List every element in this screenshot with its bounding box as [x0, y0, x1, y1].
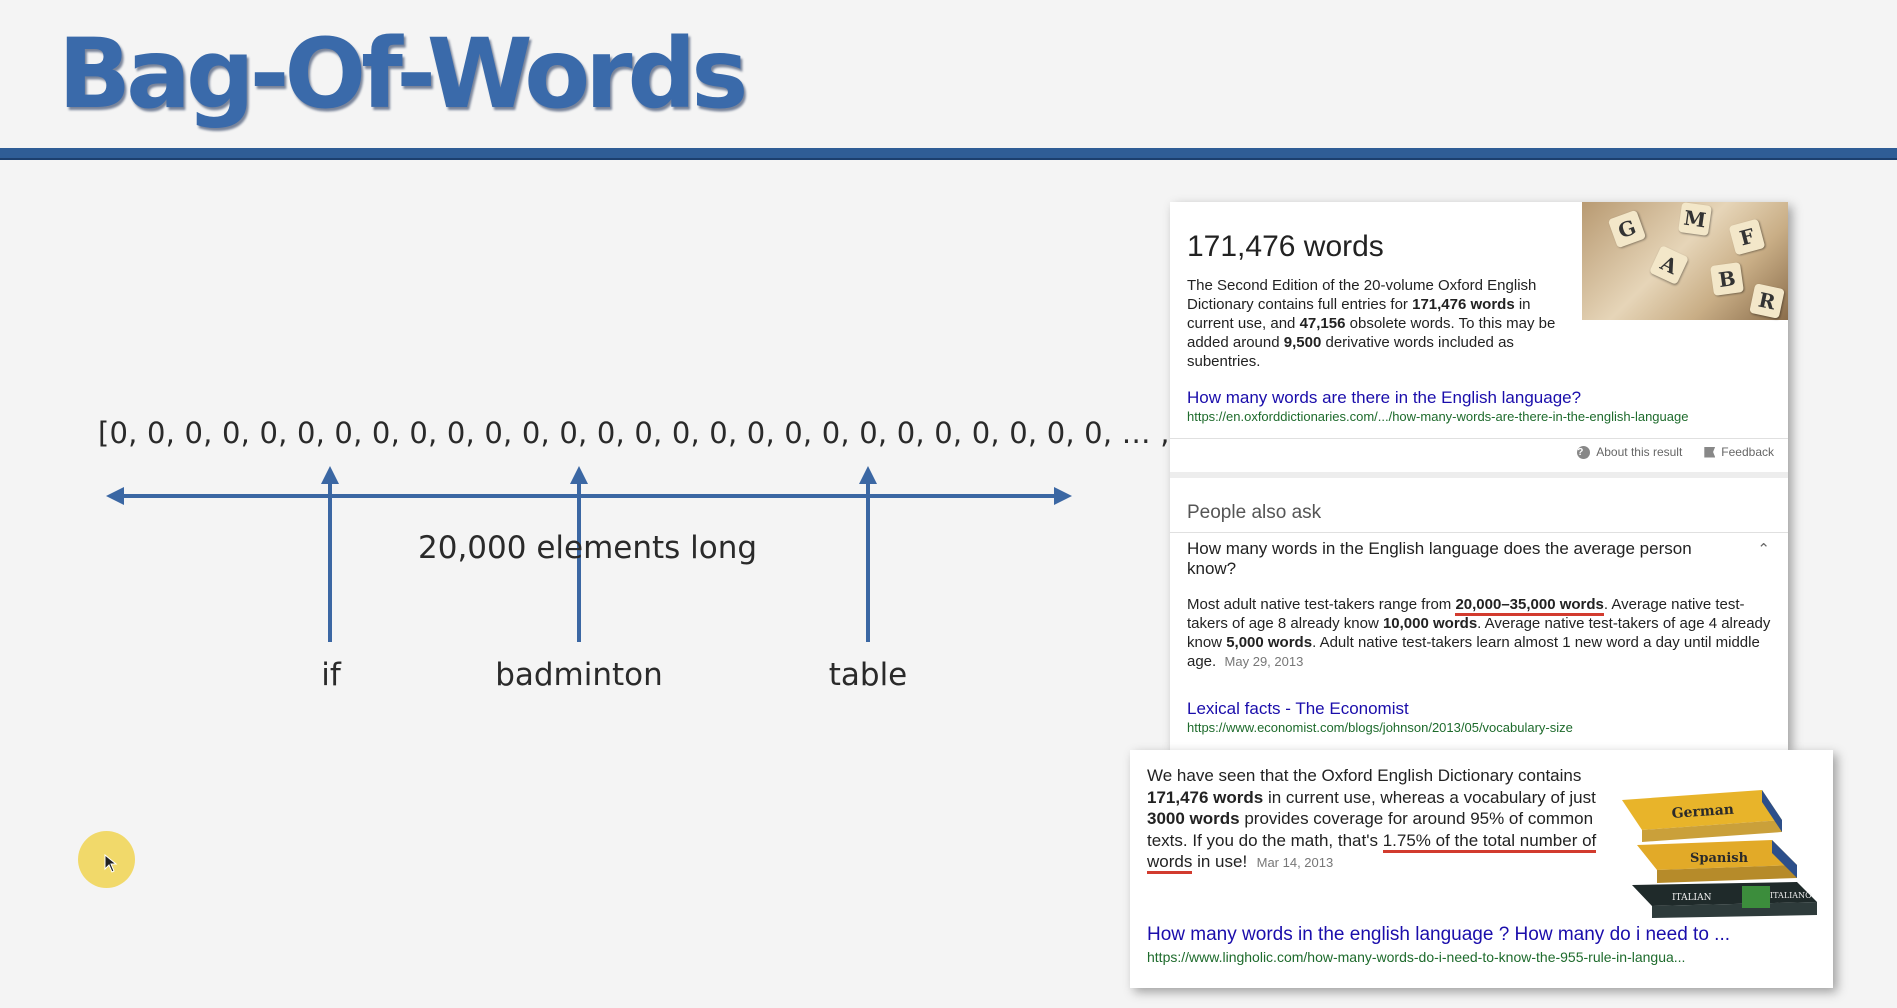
help-icon: ?	[1577, 445, 1591, 459]
knowledge-panel-heading: 171,476 words	[1187, 230, 1384, 263]
knowledge-panel-description: The Second Edition of the 20-volume Oxfo…	[1187, 277, 1556, 370]
scrabble-tile: M	[1678, 202, 1712, 236]
scrabble-tile: G	[1607, 209, 1647, 249]
search-result-panel: G M F A B R 171,476 words The Second Edi…	[1170, 202, 1788, 750]
snippet-text: We have seen that the Oxford English Dic…	[1147, 765, 1597, 874]
scrabble-tile: R	[1749, 283, 1785, 319]
about-this-result-button[interactable]: ? About this result	[1577, 445, 1682, 459]
result-link-economist[interactable]: Lexical facts - The Economist	[1187, 699, 1409, 719]
divider	[1170, 438, 1788, 439]
book-label-italiano: ITALIANO	[1770, 891, 1812, 900]
vector-length-label: 20,000 elements long	[418, 530, 758, 566]
result-footer: ? About this result Feedback	[1577, 445, 1774, 459]
scrabble-tile: F	[1728, 218, 1766, 256]
word-label-badminton: badminton	[495, 657, 663, 693]
dictionaries-image: German Spanish ITALIAN ITALIANO	[1622, 790, 1817, 918]
book-label-spanish: Spanish	[1690, 851, 1749, 866]
result-url-economist: https://www.economist.com/blogs/johnson/…	[1187, 720, 1573, 735]
people-also-ask-heading: People also ask	[1187, 502, 1322, 523]
vector-length-axis	[106, 487, 1072, 505]
mouse-pointer-icon	[104, 854, 118, 873]
divider	[1170, 532, 1788, 533]
result-url-lingholic: https://www.lingholic.com/how-many-words…	[1147, 949, 1686, 965]
flag-icon	[1704, 446, 1716, 458]
chevron-up-icon[interactable]: ⌃	[1757, 540, 1770, 558]
result-link-oxford[interactable]: How many words are there in the English …	[1187, 388, 1581, 408]
result-link-lingholic[interactable]: How many words in the english language ?…	[1147, 924, 1730, 946]
word-label-if: if	[321, 657, 341, 693]
section-divider	[1170, 472, 1788, 478]
scrabble-tile: A	[1649, 245, 1689, 285]
word-label-table: table	[828, 657, 908, 693]
paa-question[interactable]: How many words in the English language d…	[1187, 539, 1727, 579]
feedback-button[interactable]: Feedback	[1704, 445, 1774, 459]
snippet-card: We have seen that the Oxford English Dic…	[1130, 750, 1833, 988]
paa-answer: Most adult native test-takers range from…	[1187, 596, 1771, 670]
word-pointer-arrow-if	[321, 466, 339, 642]
answer-date: May 29, 2013	[1224, 654, 1304, 669]
snippet-date: Mar 14, 2013	[1256, 855, 1334, 870]
scrabble-tile: B	[1710, 262, 1744, 296]
book-label-italian: ITALIAN	[1672, 893, 1712, 903]
result-url-oxford: https://en.oxforddictionaries.com/.../ho…	[1187, 409, 1689, 424]
scrabble-tiles-image: G M F A B R	[1582, 202, 1788, 320]
word-pointer-arrow-table	[859, 466, 877, 642]
